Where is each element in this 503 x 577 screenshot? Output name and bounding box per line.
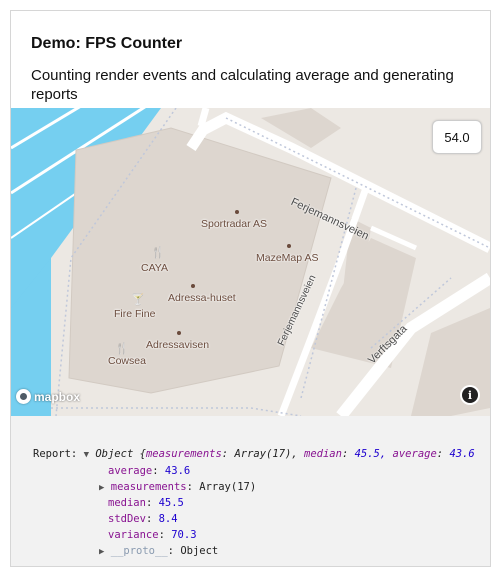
page-description: Counting render events and calculating a… [31, 67, 454, 103]
summary-key: measurements [145, 448, 222, 460]
poi-adressavisen[interactable]: Adressavisen [146, 339, 209, 351]
poi-cowsea[interactable]: Cowsea [108, 355, 146, 367]
expand-triangle-icon[interactable]: ▶ [99, 483, 104, 493]
attribution-button[interactable]: i [460, 385, 480, 405]
prop-row: median: 45.5 [108, 497, 184, 509]
console-label: Report: [33, 448, 78, 460]
poi-dot [287, 244, 291, 248]
poi-dot [177, 331, 181, 335]
prop-value: Object [180, 545, 219, 557]
demo-header: Demo: FPS Counter Counting render events… [11, 11, 490, 109]
poi-dot [235, 210, 239, 214]
prop-row[interactable]: ▶ __proto__: Object [99, 545, 218, 557]
prop-value: Array(17) [199, 481, 257, 493]
mapbox-logo[interactable]: mapbox [16, 389, 80, 404]
console-report-line[interactable]: Report: ▼ Object {measurements: Array(17… [33, 448, 475, 460]
summary-key: median [304, 448, 342, 460]
mapbox-logo-icon [16, 389, 31, 404]
summary-value: 45.5, [354, 448, 387, 460]
summary-value: 43.6 [449, 448, 475, 460]
page-title: Demo: FPS Counter [31, 35, 183, 52]
prop-key: variance [108, 529, 159, 541]
prop-row: variance: 70.3 [108, 529, 197, 541]
poi-mazemap[interactable]: MazeMap AS [256, 252, 318, 264]
map-canvas[interactable]: 🍴 🍸 🍴 [11, 108, 490, 416]
mapbox-logo-text: mapbox [34, 389, 81, 404]
expand-triangle-icon[interactable]: ▼ [84, 450, 89, 460]
bar-icon[interactable]: 🍸 [131, 292, 145, 306]
map-view[interactable]: 🍴 🍸 🍴 Ferjemannsveien Ferjemannsveien Ve… [11, 108, 490, 416]
prop-key: __proto__ [110, 545, 168, 557]
fps-counter: 54.0 [432, 120, 482, 154]
info-icon: i [462, 387, 478, 403]
summary-key: average [392, 448, 437, 460]
prop-row[interactable]: ▶ measurements: Array(17) [99, 481, 256, 493]
road-spur [197, 108, 210, 127]
prop-key: average [108, 465, 153, 477]
poi-adressa-huset[interactable]: Adressa-huset [168, 292, 236, 304]
poi-sportradar[interactable]: Sportradar AS [201, 218, 267, 230]
prop-value: 43.6 [164, 465, 191, 477]
prop-row: average: 43.6 [108, 465, 191, 477]
prop-value: 45.5 [158, 497, 184, 509]
prop-key: measurements [110, 481, 187, 493]
poi-caya[interactable]: CAYA [141, 262, 168, 274]
summary-value: Array(17), [234, 448, 298, 460]
restaurant-icon[interactable]: 🍴 [115, 342, 129, 355]
restaurant-icon[interactable]: 🍴 [151, 246, 165, 259]
console-output: Report: ▼ Object {measurements: Array(17… [11, 440, 490, 566]
expand-triangle-icon[interactable]: ▶ [99, 547, 104, 557]
poi-fire-fine[interactable]: Fire Fine [114, 308, 155, 320]
poi-dot [191, 284, 195, 288]
prop-key: stdDev [108, 513, 146, 525]
prop-key: median [108, 497, 146, 509]
summary-type: Object [95, 448, 134, 460]
prop-value: 8.4 [158, 513, 178, 525]
prop-value: 70.3 [171, 529, 197, 541]
prop-row: stdDev: 8.4 [108, 513, 178, 525]
